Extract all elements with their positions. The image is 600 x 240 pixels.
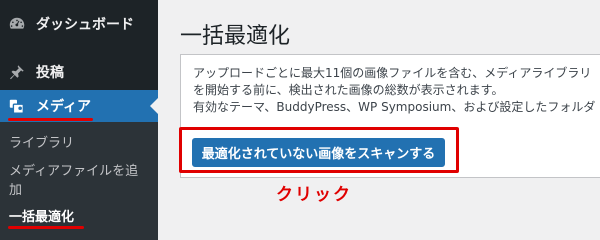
sidebar-item-label: ダッシュボード xyxy=(36,17,134,33)
sidebar-item-posts[interactable]: 投稿 xyxy=(0,58,158,86)
description-line: 有効なテーマ、BuddyPress、WP Symposium、および設定したフォ… xyxy=(193,100,596,114)
page-title: 一括最適化 xyxy=(180,24,291,49)
description-line: アップロードごとに最大11個の画像ファイルを含む、メディアライブラリ xyxy=(193,66,592,80)
admin-sidebar: ダッシュボード 投稿 メディア ライブラリ メディアファイルを追加 一括最適化 xyxy=(0,0,158,240)
description-text: アップロードごとに最大11個の画像ファイルを含む、メディアライブラリ を開始する… xyxy=(193,65,600,116)
click-annotation: クリック xyxy=(276,185,352,205)
submenu-item-add-media[interactable]: メディアファイルを追加 xyxy=(9,162,151,200)
sidebar-item-label: 投稿 xyxy=(36,65,64,81)
bulk-red-underline xyxy=(8,226,84,229)
dashboard-icon xyxy=(7,14,27,34)
pin-icon xyxy=(7,62,27,82)
media-icon xyxy=(7,96,27,116)
sidebar-item-dashboard[interactable]: ダッシュボード xyxy=(0,10,158,38)
description-line: を開始する前に、検出された画像の総数が表示されます。 xyxy=(193,83,504,97)
media-submenu: ライブラリ メディアファイルを追加 一括最適化 xyxy=(0,122,158,240)
highlight-box xyxy=(179,127,459,173)
sidebar-item-label: メディア xyxy=(36,99,92,115)
submenu-item-library[interactable]: ライブラリ xyxy=(9,134,74,153)
media-red-underline xyxy=(8,118,93,121)
submenu-item-bulk-optimize[interactable]: 一括最適化 xyxy=(9,208,74,227)
